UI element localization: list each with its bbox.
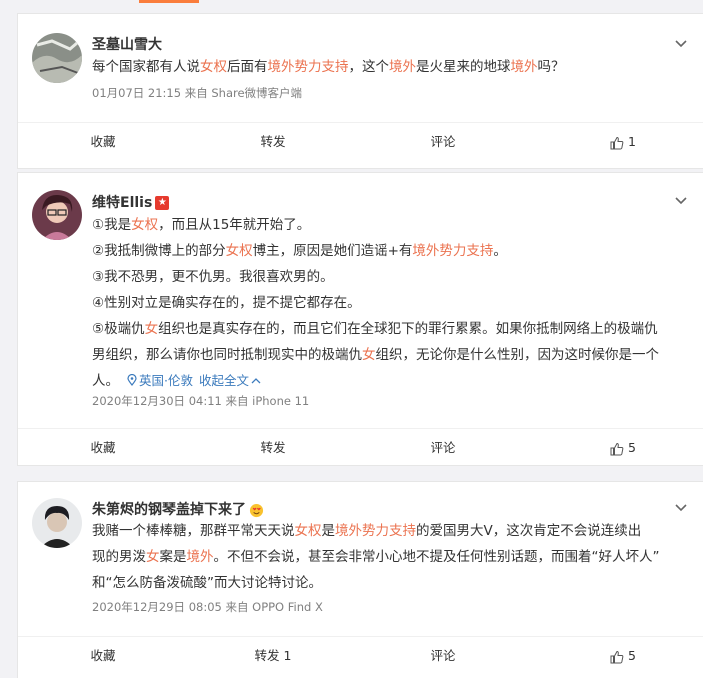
text-segment: 现的男泼 <box>92 549 146 565</box>
comment-meta: 01月07日 21:15 来自 Share微博客户端 <box>92 86 303 100</box>
text-line: ②我抵制微博上的部分女权博主，原因是她们造谣+有境外势力支持。 <box>92 238 692 264</box>
heart-eyes-emoji-icon <box>249 503 264 517</box>
like-count: 1 <box>628 134 636 149</box>
highlight-keyword[interactable]: 女权 <box>200 59 227 75</box>
top-tab-indicator <box>0 0 703 4</box>
text-line: 男组织，那么请你也同时抵制现实中的极端仇女组织，无论你是什么性别，因为这时候你是… <box>92 342 692 368</box>
comment-text: 我赌一个棒棒糖，那群平常天天说女权是境外势力支持的爱国男大V，这次肯定不会说连续… <box>92 518 692 596</box>
like-button[interactable]: 5 <box>578 429 668 467</box>
text-line: 我赌一个棒棒糖，那群平常天天说女权是境外势力支持的爱国男大V，这次肯定不会说连续… <box>92 518 692 544</box>
text-segment: 博主，原因是她们造谣+有 <box>252 243 413 259</box>
comment-meta: 2020年12月29日 08:05 来自 OPPO Find X <box>92 600 323 614</box>
collapse-link[interactable]: 收起全文 <box>199 373 261 388</box>
collect-button[interactable]: 收藏 <box>58 123 148 161</box>
text-segment: ②我抵制微博上的部分 <box>92 243 226 259</box>
avatar[interactable] <box>32 190 82 240</box>
comment-button[interactable]: 评论 <box>398 637 488 675</box>
location-pin-icon <box>127 373 137 386</box>
chevron-down-icon[interactable] <box>674 193 688 207</box>
comment-button[interactable]: 评论 <box>398 429 488 467</box>
highlight-keyword[interactable]: 女 <box>146 549 160 565</box>
highlight-keyword[interactable]: 女 <box>145 321 159 337</box>
text-segment: 后面有 <box>227 59 268 75</box>
like-button[interactable]: 1 <box>578 123 668 161</box>
username-text: 维特Ellis <box>92 195 153 211</box>
highlight-keyword[interactable]: 境外 <box>187 549 214 565</box>
avatar[interactable] <box>32 33 82 83</box>
repost-button[interactable]: 转发 <box>228 429 318 467</box>
active-tab-underline <box>139 0 199 3</box>
comment-text: ①我是女权，而且从15年就开始了。 ②我抵制微博上的部分女权博主，原因是她们造谣+… <box>92 212 692 394</box>
text-line: ④性别对立是确实存在的，提不提它都存在。 <box>92 290 692 316</box>
comment-card: 朱第烬的钢琴盖掉下来了 我赌一个棒棒糖，那群平常天天说女权是境外势力支持的爱国男… <box>17 481 703 678</box>
text-segment: 案是 <box>159 549 187 565</box>
text-segment: ，这个 <box>348 59 390 75</box>
like-count: 5 <box>628 648 636 663</box>
text-segment: 每个国家都有人说 <box>92 59 200 75</box>
text-segment: 是 <box>321 523 336 539</box>
text-segment: ，而且从15年就开始了。 <box>158 217 311 233</box>
repost-button[interactable]: 转发 1 <box>228 637 318 675</box>
thumbs-up-icon <box>610 650 624 663</box>
text-segment: 我赌一个棒棒糖，那群平常天天说 <box>92 523 295 539</box>
vip-badge-icon: ★ <box>155 196 170 210</box>
highlight-keyword[interactable]: 境外势力支持 <box>268 59 349 75</box>
text-segment: 男组织，那么请你也同时抵制现实中的极端仇 <box>92 347 362 363</box>
text-segment: 。不但不会说，甚至会非常小心地不提及任何性别话题，而围着“好人坏人” <box>213 549 660 565</box>
text-segment: 组织，无论你是什么性别，因为这时候你是一个 <box>375 347 660 363</box>
collect-button[interactable]: 收藏 <box>58 637 148 675</box>
text-segment: 和“怎么防备泼硫酸”而大讨论特讨论。 <box>92 575 322 591</box>
comment-text: 每个国家都有人说女权后面有境外势力支持，这个境外是火星来的地球境外吗？ <box>92 54 692 80</box>
highlight-keyword[interactable]: 境外势力支持 <box>335 523 416 539</box>
comment-card: 圣墓山雪大 每个国家都有人说女权后面有境外势力支持，这个境外是火星来的地球境外吗… <box>17 13 703 169</box>
highlight-keyword[interactable]: 境外 <box>389 59 416 75</box>
highlight-keyword[interactable]: 女 <box>362 347 376 363</box>
like-button[interactable]: 5 <box>578 637 668 675</box>
text-line: ③我不恐男，更不仇男。我很喜欢男的。 <box>92 264 692 290</box>
action-bar: 收藏 转发 评论 1 <box>18 122 703 161</box>
highlight-keyword[interactable]: 女权 <box>226 243 253 259</box>
comment-button[interactable]: 评论 <box>398 123 488 161</box>
username[interactable]: 朱第烬的钢琴盖掉下来了 <box>92 499 264 519</box>
chevron-down-icon[interactable] <box>674 36 688 50</box>
username-text: 朱第烬的钢琴盖掉下来了 <box>92 502 246 518</box>
text-line: 和“怎么防备泼硫酸”而大讨论特讨论。 <box>92 570 692 596</box>
text-line: ①我是女权，而且从15年就开始了。 <box>92 212 692 238</box>
text-segment: 人。 <box>92 373 119 389</box>
action-bar: 收藏 转发 1 评论 5 <box>18 636 703 675</box>
location-text: 英国·伦敦 <box>139 373 193 388</box>
thumbs-up-icon <box>610 136 624 149</box>
collapse-text: 收起全文 <box>198 373 249 388</box>
text-line: ⑤极端仇女组织也是真实存在的，而且它们在全球犯下的罪行累累。如果你抵制网络上的极… <box>92 316 692 342</box>
avatar[interactable] <box>32 498 82 548</box>
text-segment: ①我是 <box>92 217 132 233</box>
text-segment: ④性别对立是确实存在的，提不提它都存在。 <box>92 295 361 311</box>
text-segment: ⑤极端仇 <box>92 321 145 337</box>
text-line: 每个国家都有人说女权后面有境外势力支持，这个境外是火星来的地球境外吗？ <box>92 54 692 80</box>
text-segment: ③我不恐男，更不仇男。我很喜欢男的。 <box>92 269 334 285</box>
text-segment: 组织也是真实存在的，而且它们在全球犯下的罪行累累。如果你抵制网络上的极端仇 <box>158 321 658 337</box>
like-count: 5 <box>628 440 636 455</box>
highlight-keyword[interactable]: 境外势力支持 <box>412 243 493 259</box>
repost-button[interactable]: 转发 <box>228 123 318 161</box>
comment-card: 维特Ellis ★ ①我是女权，而且从15年就开始了。 ②我抵制微博上的部分女权博主… <box>17 172 703 466</box>
text-segment: 的爱国男大V，这次肯定不会说连续出 <box>416 523 642 539</box>
text-segment: 吗？ <box>537 59 565 75</box>
username[interactable]: 圣墓山雪大 <box>92 34 162 54</box>
comment-meta: 2020年12月30日 04:11 来自 iPhone 11 <box>92 394 310 408</box>
username[interactable]: 维特Ellis ★ <box>92 192 170 212</box>
text-segment: 是火星来的地球 <box>416 59 511 75</box>
text-line: 现的男泼女案是境外。不但不会说，甚至会非常小心地不提及任何性别话题，而围着“好人… <box>92 544 692 570</box>
location-link[interactable]: 英国·伦敦 <box>127 373 193 388</box>
highlight-keyword[interactable]: 境外 <box>511 59 538 75</box>
chevron-down-icon[interactable] <box>674 500 688 514</box>
collect-button[interactable]: 收藏 <box>58 429 148 467</box>
text-segment: 。 <box>493 243 507 259</box>
text-line: 人。 英国·伦敦 收起全文 <box>92 368 692 394</box>
action-bar: 收藏 转发 评论 5 <box>18 428 703 467</box>
thumbs-up-icon <box>610 442 624 455</box>
highlight-keyword[interactable]: 女权 <box>131 217 158 233</box>
highlight-keyword[interactable]: 女权 <box>295 523 322 539</box>
chevron-up-icon <box>251 378 261 384</box>
